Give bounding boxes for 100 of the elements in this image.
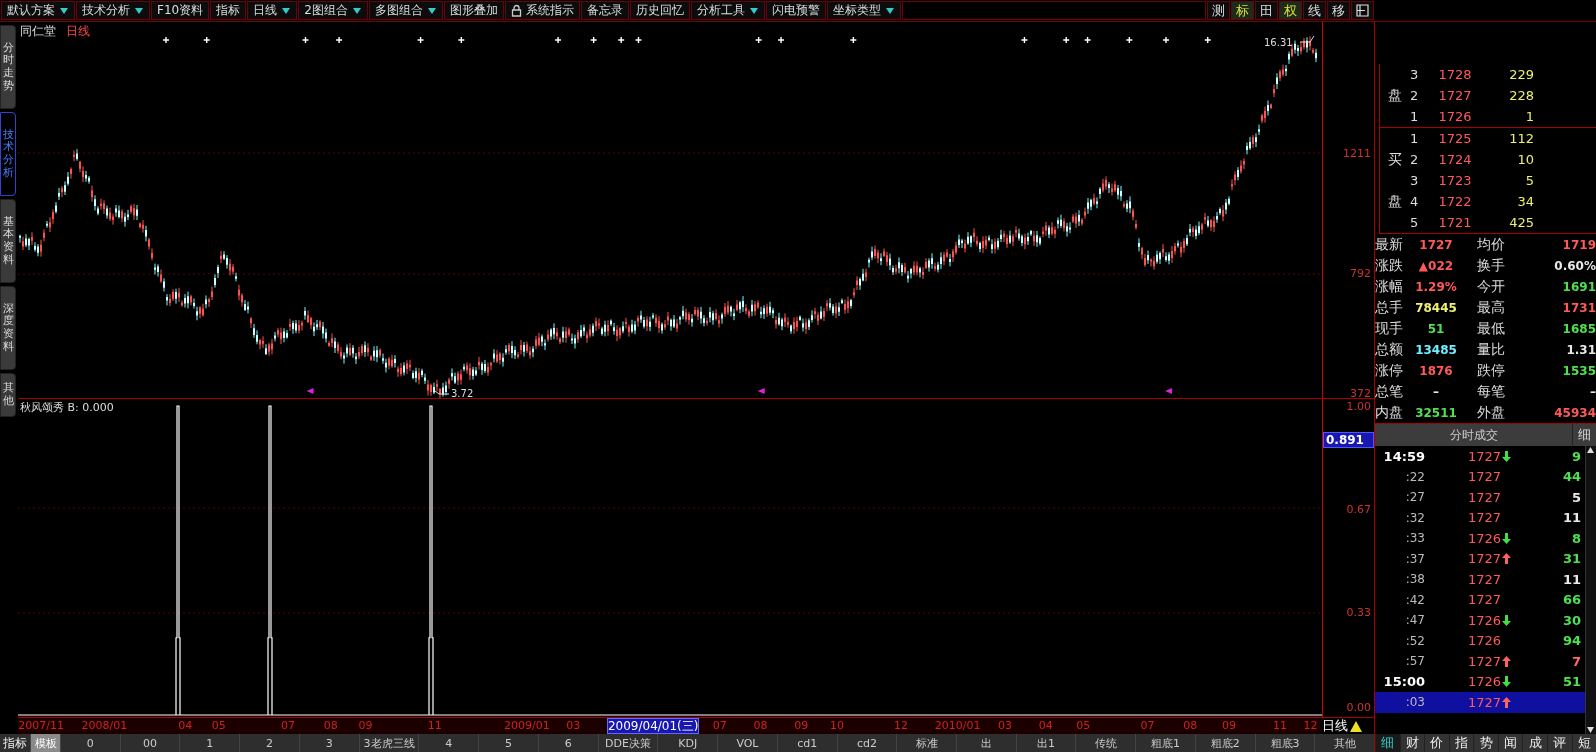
quote-tab[interactable]: 细	[1375, 734, 1400, 752]
date-label: 07	[712, 718, 727, 734]
menu-button[interactable]: 闪电预警	[765, 1, 826, 20]
stat-label: 每笔	[1476, 382, 1506, 401]
stat-value: 1691	[1561, 279, 1596, 294]
menu-button[interactable]: 历史回忆	[629, 1, 690, 20]
stat-label: 最高	[1476, 298, 1506, 317]
tick-row[interactable]: 15:00 1726 51	[1375, 671, 1585, 692]
stat-value: 45934	[1553, 405, 1596, 420]
side-tab[interactable]: 其他	[0, 373, 16, 417]
tick-time: :33	[1404, 531, 1425, 546]
tick-row[interactable]: :42 1727 66	[1375, 589, 1585, 610]
menu-button[interactable]: 2图组合	[298, 1, 368, 20]
menu-button[interactable]: F10资料	[151, 1, 210, 20]
stat-value: 1719	[1561, 237, 1596, 252]
tick-price: 1727	[1467, 592, 1501, 608]
order-volume: 10	[1516, 152, 1534, 167]
order-volume: 425	[1508, 215, 1534, 230]
tick-price: 1726	[1467, 530, 1501, 546]
high-price-label: 16.31	[1264, 37, 1293, 48]
stat-label: 内盘	[1375, 403, 1404, 422]
side-tab[interactable]: 分时走势	[0, 25, 16, 109]
stat-value: –	[1589, 384, 1596, 399]
date-label: 05	[1076, 718, 1091, 734]
side-tab[interactable]: 技术分析	[0, 112, 16, 196]
axis-label: 0.67	[1346, 502, 1371, 516]
stat-value: 1.29%	[1414, 279, 1458, 294]
stat-value: 1876	[1418, 363, 1454, 378]
date-label: 08	[1183, 718, 1198, 734]
stat-label: 最新	[1375, 235, 1404, 254]
axis-label: 372	[1350, 386, 1371, 400]
leader-line	[1299, 35, 1315, 43]
tick-row[interactable]: :38 1727 11	[1375, 569, 1585, 590]
tick-price: 1726	[1467, 633, 1501, 649]
tick-row[interactable]: 14:59 1727 9	[1375, 446, 1585, 467]
tool-button[interactable]: 权	[1279, 1, 1302, 20]
tick-row[interactable]: :33 1726 8	[1375, 528, 1585, 549]
tick-time: :37	[1404, 551, 1425, 566]
order-price: 1727	[1437, 88, 1473, 103]
tick-time: :47	[1404, 613, 1425, 628]
order-side-label: 盘	[1387, 86, 1403, 105]
date-label: 04	[1038, 718, 1053, 734]
side-tab[interactable]: 深度资料	[0, 286, 16, 370]
stat-value: 32511	[1414, 405, 1458, 420]
menu-button[interactable]: 备忘录	[580, 1, 629, 20]
tool-button[interactable]: 移	[1327, 1, 1350, 20]
menu-button[interactable]: 图形叠加	[443, 1, 504, 20]
tick-row[interactable]: :47 1726 30	[1375, 610, 1585, 631]
tick-time: :38	[1404, 572, 1425, 587]
date-label: 09	[794, 718, 809, 734]
stat-value: 51	[1426, 321, 1446, 336]
tool-button[interactable]: 田	[1255, 1, 1278, 20]
date-label: 2007/11	[18, 718, 65, 734]
stat-label: 总手	[1375, 298, 1404, 317]
tick-price: 1726	[1467, 612, 1501, 628]
stat-value: 1727	[1418, 237, 1454, 252]
tick-row[interactable]: :57 1727 7	[1375, 651, 1585, 672]
order-price: 1723	[1437, 173, 1473, 188]
date-label: 08	[323, 718, 338, 734]
tool-button[interactable]: 标	[1231, 1, 1254, 20]
stat-label: 总额	[1375, 340, 1404, 359]
layout-button[interactable]	[1351, 1, 1374, 20]
tick-price: 1727	[1467, 551, 1501, 567]
stat-value: 0.60%	[1553, 258, 1596, 273]
menu-button[interactable]: 指标	[210, 1, 247, 20]
tick-volume: 11	[1561, 510, 1581, 526]
tick-time: :57	[1404, 654, 1425, 669]
order-volume: 229	[1508, 67, 1534, 82]
menu-button[interactable]: 坐标类型	[826, 1, 901, 20]
menu-button[interactable]: 默认方案	[1, 1, 75, 20]
menu-button[interactable]: 技术分析	[76, 1, 150, 20]
stat-label: 今开	[1476, 277, 1506, 296]
order-rank: 4	[1410, 194, 1420, 209]
tick-row[interactable]: :03 1727	[1375, 692, 1585, 713]
stat-label: 量比	[1476, 340, 1506, 359]
tick-row[interactable]: :32 1727 11	[1375, 507, 1585, 528]
order-price: 1726	[1437, 109, 1473, 124]
tick-row[interactable]: :27 1727 5	[1375, 487, 1585, 508]
menu-button[interactable]: 系统指示	[504, 1, 580, 20]
tick-price: 1726	[1467, 674, 1501, 690]
tick-row[interactable]: :22 1727 44	[1375, 466, 1585, 487]
tool-button[interactable]: 线	[1303, 1, 1326, 20]
tick-row[interactable]: :52 1726 94	[1375, 630, 1585, 651]
date-label: 12	[1303, 718, 1318, 734]
menu-button[interactable]: 多图组合	[368, 1, 443, 20]
period-label: 日线	[1322, 717, 1349, 735]
side-tab[interactable]: 基本资料	[0, 199, 16, 283]
stat-label: 涨跌	[1375, 256, 1404, 275]
menu-button[interactable]: 日线	[247, 1, 298, 20]
stat-label: 涨停	[1375, 361, 1404, 380]
tick-row[interactable]: :37 1727 31	[1375, 548, 1585, 569]
tool-button[interactable]: 测	[1207, 1, 1230, 20]
order-side-label: 买	[1387, 150, 1403, 169]
stat-label: 换手	[1476, 256, 1506, 275]
tick-time: 14:59	[1382, 448, 1425, 464]
stock-name: 同仁堂	[20, 23, 56, 40]
stat-value: 1535	[1561, 363, 1596, 378]
order-volume: 5	[1524, 173, 1534, 188]
triangle-icon	[1350, 720, 1363, 732]
menu-button[interactable]: 分析工具	[690, 1, 765, 20]
